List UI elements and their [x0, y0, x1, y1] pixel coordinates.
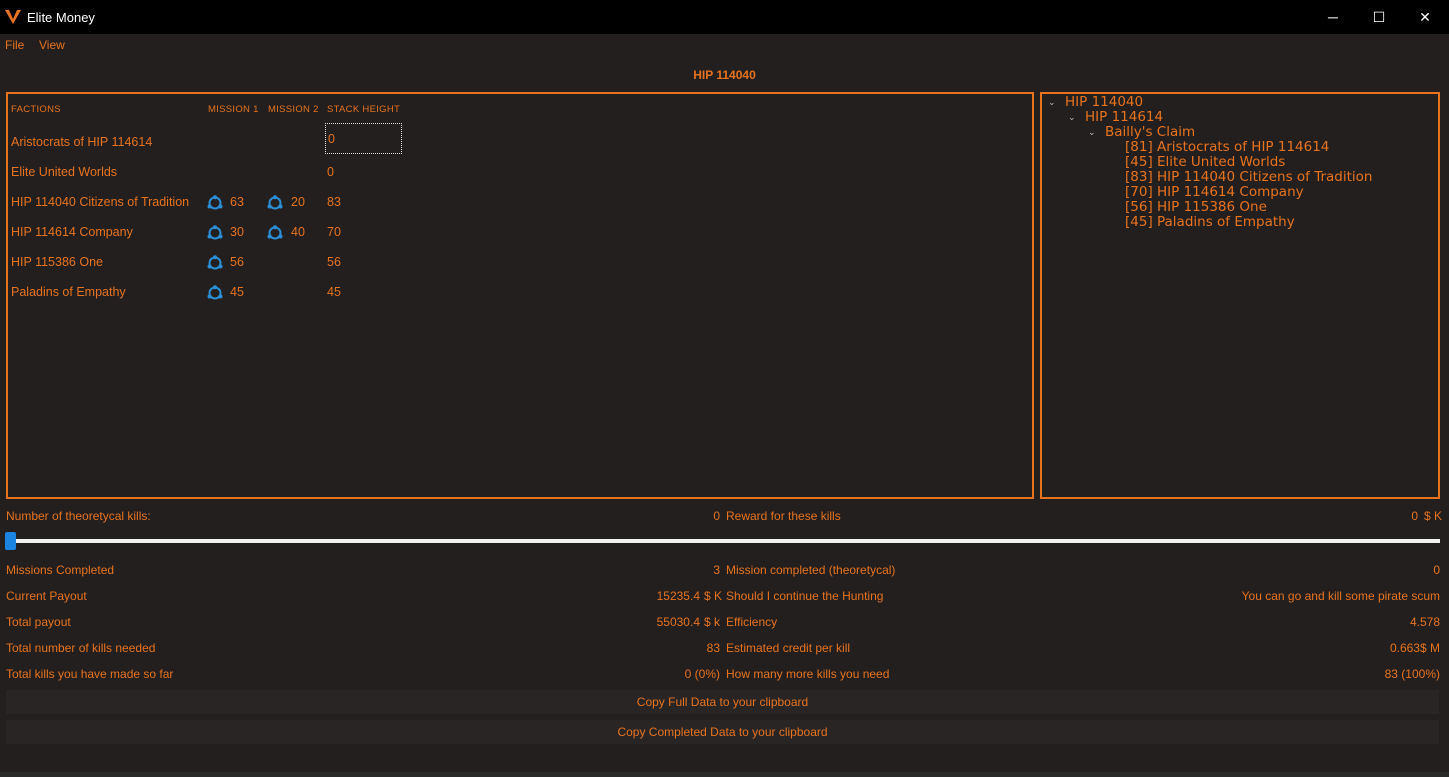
stack-height-value: 0: [327, 165, 334, 179]
faction-name: Paladins of Empathy: [11, 285, 126, 299]
maximize-button[interactable]: ☐: [1356, 0, 1402, 34]
stat-label: How many more kills you need: [726, 667, 890, 681]
mission1-value: 56: [230, 255, 244, 269]
faction-name: HIP 115386 One: [11, 255, 103, 269]
tree-faction-item[interactable]: [56] HIP 115386 One: [1125, 199, 1267, 215]
tree-faction-item[interactable]: [70] HIP 114614 Company: [1125, 184, 1304, 200]
stack-height-value: 70: [327, 225, 341, 239]
copy-completed-data-button[interactable]: Copy Completed Data to your clipboard: [6, 720, 1439, 744]
stat-unit: $ k: [704, 615, 721, 629]
tree-faction-item[interactable]: [45] Paladins of Empathy: [1125, 214, 1295, 230]
kills-slider-thumb[interactable]: [5, 532, 16, 550]
table-row: HIP 115386 One 56 56: [8, 249, 608, 279]
faction-name: HIP 114040 Citizens of Tradition: [11, 195, 190, 209]
menu-file[interactable]: File: [5, 38, 24, 52]
chevron-down-icon[interactable]: ⌄: [1088, 127, 1096, 138]
stat-label: Total kills you have made so far: [6, 667, 174, 681]
mission1-value: 63: [230, 195, 244, 209]
minimize-button[interactable]: ─: [1310, 0, 1356, 34]
menu-view[interactable]: View: [39, 38, 65, 52]
page-title: HIP 114040: [693, 68, 756, 82]
federation-icon: [207, 195, 223, 210]
stat-label: Should I continue the Hunting: [726, 589, 884, 603]
window-title: Elite Money: [27, 10, 95, 25]
stack-height-value: 45: [327, 285, 341, 299]
header-stack-height: STACK HEIGHT: [327, 104, 401, 115]
mission1-value: 30: [230, 225, 244, 239]
copy-full-data-button[interactable]: Copy Full Data to your clipboard: [6, 690, 1439, 714]
stack-height-input[interactable]: [325, 123, 402, 154]
table-row: HIP 114614 Company 30 40 70: [8, 219, 608, 249]
mission1-value: 45: [230, 285, 244, 299]
theoretical-kills-label: Number of theoretycal kills:: [6, 509, 151, 523]
mission2-value: 20: [291, 195, 305, 209]
faction-name: HIP 114614 Company: [11, 225, 133, 239]
header-factions: FACTIONS: [11, 104, 61, 115]
mission1-icon: [207, 195, 223, 216]
mission1-icon: [207, 285, 223, 306]
reward-label: Reward for these kills: [726, 509, 841, 523]
table-row: HIP 114040 Citizens of Tradition 63 20 83: [8, 189, 608, 219]
close-icon: ✕: [1419, 8, 1431, 25]
header-mission1: MISSION 1: [208, 104, 259, 115]
stat-value: 83: [706, 641, 720, 655]
stat-value: 0: [1433, 563, 1440, 577]
stat-label: Current Payout: [6, 589, 87, 603]
stat-value: 0.663$ M: [1389, 641, 1440, 655]
stat-label: Mission completed (theoretycal): [726, 563, 896, 577]
taskbar-strip: [0, 772, 1449, 777]
table-row: Elite United Worlds 0: [8, 159, 608, 189]
federation-icon: [267, 225, 283, 240]
title-bar: Elite Money ─ ☐ ✕: [0, 0, 1449, 34]
mission1-icon: [207, 225, 223, 246]
stat-unit: $ K: [704, 589, 723, 603]
stack-height-value: 56: [327, 255, 341, 269]
tree-faction-item[interactable]: [45] Elite United Worlds: [1125, 154, 1285, 170]
minimize-icon: ─: [1328, 9, 1338, 25]
stat-value: 15235.4: [656, 589, 700, 603]
tree-system[interactable]: HIP 114614: [1085, 109, 1163, 125]
mission1-icon: [207, 255, 223, 276]
stat-label: Efficiency: [726, 615, 778, 629]
stack-height-value: 83: [327, 195, 341, 209]
stat-label: Estimated credit per kill: [726, 641, 851, 655]
reward-unit: $ K: [1424, 509, 1443, 523]
tree-panel: ⌄ HIP 114040 ⌄ HIP 114614 ⌄ Bailly's Cla…: [1040, 92, 1440, 499]
chevron-down-icon[interactable]: ⌄: [1068, 112, 1076, 123]
stat-value: 3: [713, 563, 720, 577]
reward-value: 0: [1411, 509, 1418, 523]
tree-station[interactable]: Bailly's Claim: [1105, 124, 1195, 140]
kills-slider-track[interactable]: [8, 539, 1440, 543]
federation-icon: [207, 225, 223, 240]
stat-value: 55030.4: [656, 615, 700, 629]
stat-label: Missions Completed: [6, 563, 115, 577]
stat-label: Total payout: [6, 615, 71, 629]
federation-icon: [267, 195, 283, 210]
maximize-icon: ☐: [1372, 8, 1386, 25]
tree-faction-item[interactable]: [83] HIP 114040 Citizens of Tradition: [1125, 169, 1372, 185]
tree-root[interactable]: HIP 114040: [1065, 94, 1143, 110]
stat-label: Total number of kills needed: [6, 641, 156, 655]
stat-value: 4.578: [1409, 615, 1440, 629]
theoretical-kills-value: 0: [713, 509, 720, 523]
app-logo-icon: [5, 10, 21, 24]
federation-icon: [207, 255, 223, 270]
table-row: Paladins of Empathy 45 45: [8, 279, 608, 309]
stat-value: 83 (100%): [1384, 667, 1440, 681]
federation-icon: [207, 285, 223, 300]
mission2-icon: [267, 195, 283, 216]
mission2-icon: [267, 225, 283, 246]
stat-value: You can go and kill some pirate scum: [1241, 589, 1440, 603]
factions-panel: FACTIONS MISSION 1 MISSION 2 STACK HEIGH…: [6, 92, 1034, 499]
tree-faction-item[interactable]: [81] Aristocrats of HIP 114614: [1125, 139, 1329, 155]
close-button[interactable]: ✕: [1402, 0, 1448, 34]
table-row: Aristocrats of HIP 114614: [8, 129, 608, 159]
faction-name: Elite United Worlds: [11, 165, 118, 179]
header-mission2: MISSION 2: [268, 104, 319, 115]
stat-value: 0 (0%): [684, 667, 720, 681]
mission2-value: 40: [291, 225, 305, 239]
faction-name: Aristocrats of HIP 114614: [11, 135, 153, 149]
chevron-down-icon[interactable]: ⌄: [1048, 97, 1056, 108]
menu-bar: File View: [0, 34, 1449, 56]
